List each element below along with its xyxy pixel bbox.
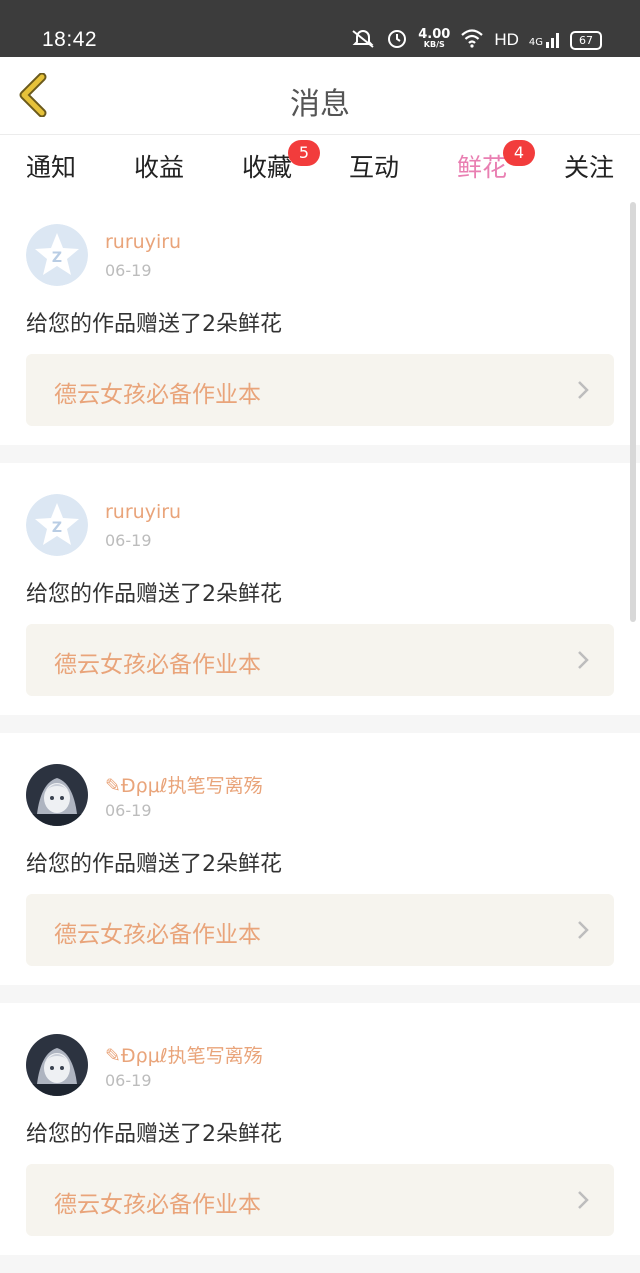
message-text: 给您的作品赠送了2朵鲜花: [26, 852, 282, 877]
tab-earnings[interactable]: 收益: [134, 148, 184, 184]
tab-bar: 通知 收益 收藏 5 互动 鲜花 4 关注: [0, 135, 640, 200]
tab-label: 收藏: [241, 153, 293, 182]
tab-notification[interactable]: 通知: [26, 148, 76, 184]
work-link[interactable]: 德云女孩必备作业本: [26, 894, 614, 966]
alarm-icon: [386, 27, 408, 53]
message-date: 06-19: [105, 531, 152, 550]
wifi-icon: [460, 28, 484, 52]
tab-interaction[interactable]: 互动: [349, 148, 399, 184]
tab-label: 关注: [563, 153, 615, 182]
message-date: 06-19: [105, 1071, 152, 1090]
message-date: 06-19: [105, 261, 152, 280]
battery-indicator: 67: [570, 30, 602, 50]
anime-girl-avatar-icon: [26, 1034, 88, 1096]
username-link[interactable]: ✎Ɖρμℓ执笔写离殇: [105, 771, 263, 798]
default-star-avatar-icon: Z: [26, 224, 88, 286]
status-bar: 18:42 4.00 KB/S HD 4G 67: [0, 0, 640, 57]
avatar[interactable]: Z: [26, 494, 88, 556]
message-list: Z ruruyiru 06-19 给您的作品赠送了2朵鲜花 德云女孩必备作业本 …: [0, 193, 640, 1273]
anime-girl-avatar-icon: [26, 764, 88, 826]
message-card: Z ruruyiru 06-19 给您的作品赠送了2朵鲜花 德云女孩必备作业本: [0, 463, 640, 733]
work-title: 德云女孩必备作业本: [54, 922, 261, 948]
tab-favorites[interactable]: 收藏 5: [241, 140, 321, 184]
hd-indicator: HD: [494, 30, 519, 49]
chevron-right-icon: [576, 379, 590, 405]
work-title: 德云女孩必备作业本: [54, 382, 261, 408]
svg-text:Z: Z: [52, 250, 62, 266]
username-link[interactable]: ✎Ɖρμℓ执笔写离殇: [105, 1041, 263, 1068]
tab-label: 鲜花: [456, 153, 508, 182]
scrollbar[interactable]: [630, 202, 636, 622]
avatar[interactable]: [26, 764, 88, 826]
message-card: ✎Ɖρμℓ执笔写离殇 06-19 给您的作品赠送了2朵鲜花 德云女孩必备作业本: [0, 1003, 640, 1273]
tab-label: 通知: [25, 153, 77, 182]
chevron-right-icon: [576, 649, 590, 675]
message-text: 给您的作品赠送了2朵鲜花: [26, 312, 282, 337]
flowers-count-badge: 4: [503, 140, 536, 166]
username-link[interactable]: ruruyiru: [105, 231, 181, 253]
message-date: 06-19: [105, 801, 152, 820]
network-speed: 4.00 KB/S: [418, 27, 451, 49]
message-text: 给您的作品赠送了2朵鲜花: [26, 1122, 282, 1147]
work-link[interactable]: 德云女孩必备作业本: [26, 624, 614, 696]
status-icons: 4.00 KB/S HD 4G 67: [350, 27, 602, 53]
username-link[interactable]: ruruyiru: [105, 501, 181, 523]
message-text: 给您的作品赠送了2朵鲜花: [26, 582, 282, 607]
avatar[interactable]: [26, 1034, 88, 1096]
signal-icon: 4G: [529, 32, 560, 48]
tab-label: 收益: [133, 153, 185, 182]
favorites-count-badge: 5: [288, 140, 321, 166]
page-title: 消息: [290, 87, 350, 122]
app-header: 消息: [0, 57, 640, 135]
message-card: Z ruruyiru 06-19 给您的作品赠送了2朵鲜花 德云女孩必备作业本: [0, 193, 640, 463]
work-link[interactable]: 德云女孩必备作业本: [26, 1164, 614, 1236]
work-title: 德云女孩必备作业本: [54, 652, 261, 678]
tab-label: 互动: [348, 153, 400, 182]
svg-text:Z: Z: [52, 520, 62, 536]
tab-follow[interactable]: 关注: [564, 148, 614, 184]
chevron-right-icon: [576, 919, 590, 945]
default-star-avatar-icon: Z: [26, 494, 88, 556]
status-time: 18:42: [42, 28, 98, 51]
work-title: 德云女孩必备作业本: [54, 1192, 261, 1218]
work-link[interactable]: 德云女孩必备作业本: [26, 354, 614, 426]
message-card: ✎Ɖρμℓ执笔写离殇 06-19 给您的作品赠送了2朵鲜花 德云女孩必备作业本: [0, 733, 640, 1003]
tab-flowers[interactable]: 鲜花 4: [456, 140, 536, 200]
chevron-right-icon: [576, 1189, 590, 1215]
mute-icon: [350, 28, 376, 52]
avatar[interactable]: Z: [26, 224, 88, 286]
